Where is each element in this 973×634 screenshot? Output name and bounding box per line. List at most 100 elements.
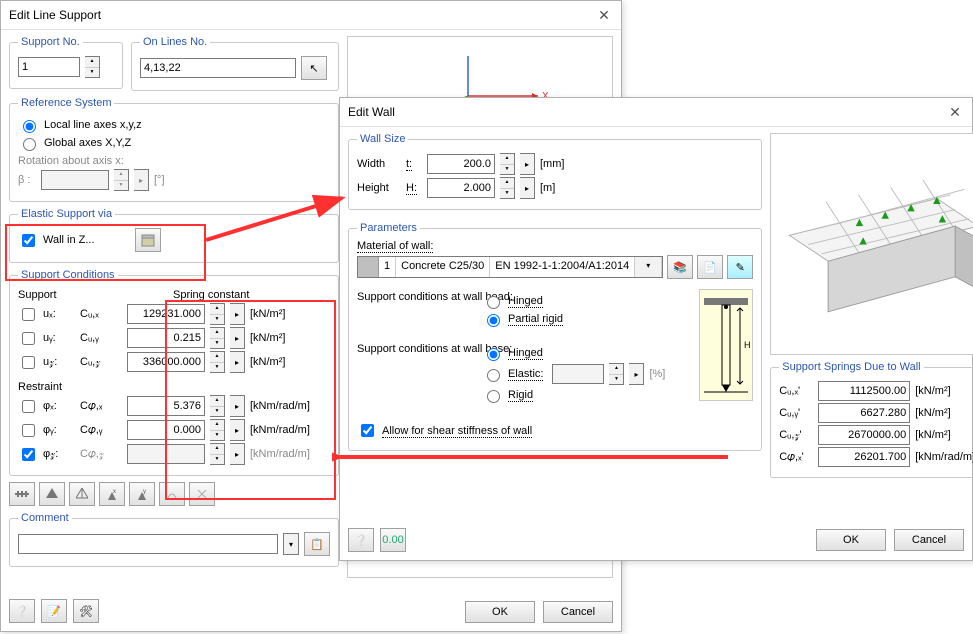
base-elastic-label: Elastic: xyxy=(508,368,543,380)
width-unit: [mm] xyxy=(540,158,564,170)
toolbar-btn-1[interactable] xyxy=(9,482,35,506)
close-icon[interactable]: ✕ xyxy=(591,5,617,25)
phiy-pick[interactable]: ▸ xyxy=(230,419,245,441)
spring-cuz-val xyxy=(818,425,910,445)
cancel-button[interactable]: Cancel xyxy=(543,601,613,623)
edit-wall-button[interactable] xyxy=(135,228,161,252)
shear-stiffness-checkbox[interactable] xyxy=(361,424,374,437)
phiz-spring-input xyxy=(127,444,205,464)
uy-checkbox[interactable] xyxy=(22,332,35,345)
rotation-label: Rotation about axis x: xyxy=(18,155,124,167)
height-input[interactable] xyxy=(427,178,495,198)
pick-lines-button[interactable]: ↖ xyxy=(301,56,327,80)
ew-cancel-button[interactable]: Cancel xyxy=(894,529,964,551)
phiy-spin[interactable]: ▲▼ xyxy=(210,419,225,441)
support-row-uy: uᵧ: Cᵤ,ᵧ ▲▼ ▸ [kN/m²] xyxy=(18,327,330,349)
ew-help-button[interactable]: ❔ xyxy=(348,528,374,552)
base-elastic-radio[interactable] xyxy=(487,369,500,382)
support-no-spinner[interactable]: ▲▼ xyxy=(85,56,100,78)
ew-title: Edit Wall xyxy=(348,98,395,126)
head-hinged-radio[interactable] xyxy=(487,296,500,309)
local-axes-radio[interactable] xyxy=(23,120,36,133)
width-spin[interactable]: ▲▼ xyxy=(500,153,515,175)
material-dropdown-icon[interactable]: ▾ xyxy=(635,257,662,277)
ux-checkbox[interactable] xyxy=(22,308,35,321)
base-rigid-radio[interactable] xyxy=(487,390,500,403)
uy-spin[interactable]: ▲▼ xyxy=(210,327,225,349)
support-no-input[interactable] xyxy=(18,57,80,77)
phiz-checkbox[interactable] xyxy=(22,448,35,461)
global-axes-label: Global axes X,Y,Z xyxy=(44,137,131,149)
comment-input[interactable] xyxy=(18,534,278,554)
local-axes-label: Local line axes x,y,z xyxy=(44,119,142,131)
material-new-button[interactable]: 📄 xyxy=(697,255,723,279)
uz-spin[interactable]: ▲▼ xyxy=(210,351,225,373)
restraint-row-phiz: φ𝓏: C𝜑,𝓏 ▲▼ ▸ [kNm/rad/m] xyxy=(18,443,330,465)
uy-sym: Cᵤ,ᵧ xyxy=(80,332,122,344)
phiy-checkbox[interactable] xyxy=(22,424,35,437)
height-sym: H: xyxy=(406,182,417,195)
on-lines-input[interactable] xyxy=(140,58,296,78)
spring-cuz-sym: Cᵤ,𝓏' xyxy=(779,429,813,442)
base-hinged-radio[interactable] xyxy=(487,348,500,361)
support-conditions-legend: Support Conditions xyxy=(18,269,118,281)
phiz-pick: ▸ xyxy=(230,443,245,465)
material-library-button[interactable]: 📚 xyxy=(667,255,693,279)
ok-button[interactable]: OK xyxy=(465,601,535,623)
phiy-label: φᵧ: xyxy=(43,424,75,436)
phix-pick[interactable]: ▸ xyxy=(230,395,245,417)
spring-cuy-sym: Cᵤ,ᵧ' xyxy=(779,407,813,419)
width-input[interactable] xyxy=(427,154,495,174)
spring-cphi-unit: [kNm/rad/m] xyxy=(915,451,973,463)
ux-pick[interactable]: ▸ xyxy=(230,303,245,325)
uy-pick[interactable]: ▸ xyxy=(230,327,245,349)
phiy-spring-input[interactable] xyxy=(127,420,205,440)
uz-checkbox[interactable] xyxy=(22,356,35,369)
notes-button[interactable]: 📝 xyxy=(41,599,67,623)
beta-label: β : xyxy=(18,174,36,186)
beta-spinner: ▲▼ xyxy=(114,169,129,191)
ew-units-button[interactable]: 0.00 xyxy=(380,528,406,552)
uz-pick[interactable]: ▸ xyxy=(230,351,245,373)
beta-input xyxy=(41,170,109,190)
height-spin[interactable]: ▲▼ xyxy=(500,177,515,199)
svg-text:H: H xyxy=(744,340,751,350)
ux-spring-input[interactable] xyxy=(127,304,205,324)
uy-spring-input[interactable] xyxy=(127,328,205,348)
base-elastic-input xyxy=(552,364,604,384)
spring-cux-sym: Cᵤ,ₓ' xyxy=(779,385,813,397)
support-row-uz: u𝓏: Cᵤ,𝓏 ▲▼ ▸ [kN/m²] xyxy=(18,351,330,373)
close-icon[interactable]: ✕ xyxy=(942,102,968,122)
tools-button[interactable]: 🛠 xyxy=(73,599,99,623)
head-partial-radio[interactable] xyxy=(487,314,500,327)
height-pick[interactable]: ▸ xyxy=(520,177,535,199)
phix-spring-input[interactable] xyxy=(127,396,205,416)
height-label: Height xyxy=(357,182,401,194)
toolbar-btn-5[interactable]: y xyxy=(129,482,155,506)
global-axes-radio[interactable] xyxy=(23,138,36,151)
toolbar-btn-2[interactable] xyxy=(39,482,65,506)
on-lines-group: On Lines No. ↖ xyxy=(131,36,339,91)
wall-in-z-checkbox[interactable] xyxy=(22,234,35,247)
ux-spin[interactable]: ▲▼ xyxy=(210,303,225,325)
help-button[interactable]: ❔ xyxy=(9,599,35,623)
wall-section-sketch: H xyxy=(699,289,753,401)
ew-ok-button[interactable]: OK xyxy=(816,529,886,551)
spring-cuy-val xyxy=(818,403,910,423)
support-no-group: Support No. ▲▼ xyxy=(9,36,123,89)
toolbar-btn-4[interactable]: x xyxy=(99,482,125,506)
svg-text:y: y xyxy=(143,489,146,495)
spring-cux-unit: [kN/m²] xyxy=(915,385,950,397)
support-springs-group: Support Springs Due to Wall Cᵤ,ₓ'[kN/m²]… xyxy=(770,361,973,478)
phix-spin[interactable]: ▲▼ xyxy=(210,395,225,417)
wall-size-group: Wall Size Width t: ▲▼ ▸ [mm] Height H: ▲… xyxy=(348,133,762,210)
material-edit-button[interactable]: ✎ xyxy=(727,255,753,279)
width-pick[interactable]: ▸ xyxy=(520,153,535,175)
material-combo[interactable]: 1 Concrete C25/30 EN 1992-1-1:2004/A1:20… xyxy=(357,256,663,278)
uz-spring-input[interactable] xyxy=(127,352,205,372)
phix-checkbox[interactable] xyxy=(22,400,35,413)
toolbar-btn-3[interactable] xyxy=(69,482,95,506)
uz-unit: [kN/m²] xyxy=(250,356,285,368)
comment-dropdown[interactable]: ▾ xyxy=(283,533,299,555)
comment-pick-button[interactable]: 📋 xyxy=(304,532,330,556)
